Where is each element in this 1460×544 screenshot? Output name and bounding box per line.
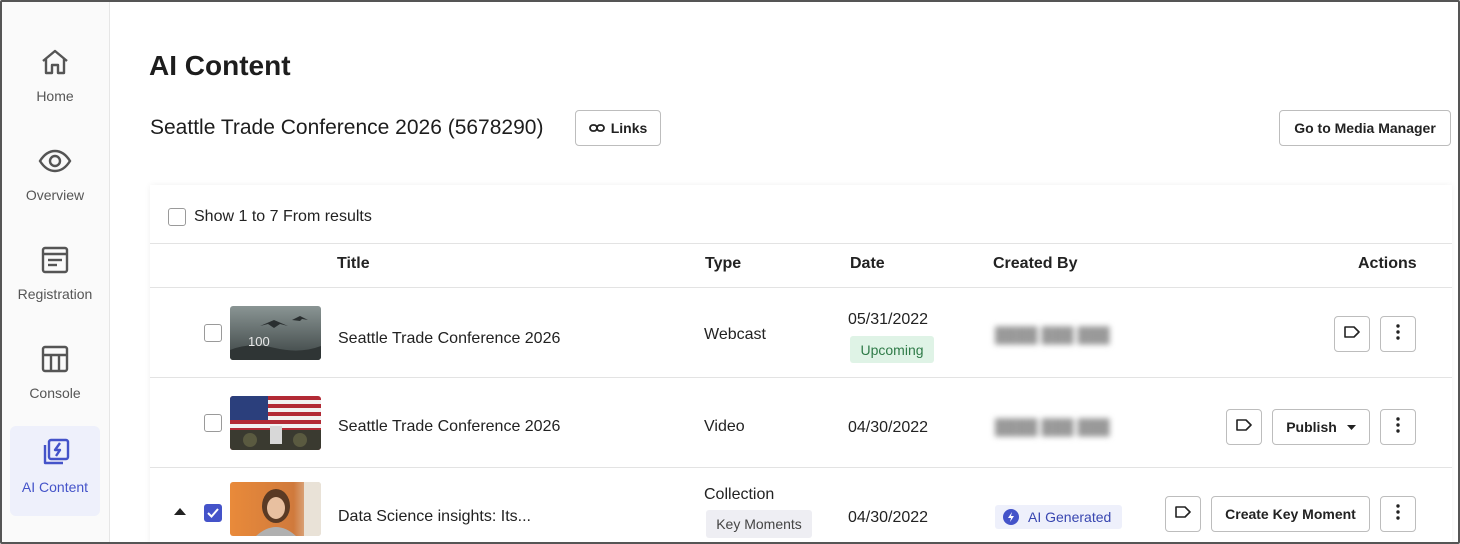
sidebar-item-console[interactable]: Console <box>10 332 100 422</box>
divider <box>150 243 1452 244</box>
column-header-created-by: Created By <box>993 255 1078 272</box>
row-type: Collection <box>704 486 775 503</box>
divider <box>150 287 1452 288</box>
caret-down-icon <box>1346 424 1356 430</box>
ai-generated-badge: AI Generated <box>995 505 1122 529</box>
more-options-button[interactable] <box>1380 496 1416 532</box>
row-title[interactable]: Data Science insights: Its... <box>338 508 531 526</box>
layout-icon <box>38 342 72 376</box>
page-title: AI Content <box>149 50 291 81</box>
column-header-title: Title <box>337 255 370 272</box>
sidebar-item-overview[interactable]: Overview <box>10 134 100 224</box>
create-key-moment-button[interactable]: Create Key Moment <box>1211 496 1370 532</box>
tag-button[interactable] <box>1334 316 1370 352</box>
sidebar-item-label: AI Content <box>21 479 89 495</box>
create-key-moment-label: Create Key Moment <box>1225 506 1356 522</box>
row-date: 04/30/2022 <box>848 509 929 526</box>
app-window: Home Overview Registration Console AI Co… <box>0 0 1460 544</box>
video-thumbnail[interactable]: 100 <box>230 306 321 360</box>
tag-button[interactable] <box>1165 496 1201 532</box>
sidebar: Home Overview Registration Console AI Co… <box>2 2 110 542</box>
column-header-actions: Actions <box>1358 255 1417 272</box>
home-icon <box>38 45 72 79</box>
subtype-badge: Key Moments <box>706 510 812 538</box>
tag-icon <box>1175 505 1191 524</box>
links-button[interactable]: Links <box>575 110 661 146</box>
divider <box>150 377 1452 378</box>
row-checkbox[interactable] <box>204 504 222 522</box>
sidebar-item-label: Registration <box>17 286 93 302</box>
row-type: Webcast <box>704 326 766 343</box>
created-by-redacted: ████ ███ ███ <box>995 419 1110 436</box>
kebab-icon <box>1396 503 1400 525</box>
more-options-button[interactable] <box>1380 409 1416 445</box>
more-options-button[interactable] <box>1380 316 1416 352</box>
results-count-label: Show 1 to 7 From results <box>194 208 372 225</box>
row-checkbox[interactable] <box>204 414 222 432</box>
status-badge: Upcoming <box>850 336 934 363</box>
links-button-label: Links <box>610 120 648 136</box>
sidebar-item-registration[interactable]: Registration <box>10 233 100 323</box>
ai-content-icon <box>38 436 72 470</box>
sidebar-item-label: Console <box>29 385 81 401</box>
publish-dropdown-button[interactable]: Publish <box>1272 409 1370 445</box>
kebab-icon <box>1396 416 1400 438</box>
column-header-type: Type <box>705 255 742 272</box>
link-icon <box>588 120 605 136</box>
ai-generated-label: AI Generated <box>1028 509 1112 525</box>
tag-icon <box>1236 418 1252 437</box>
eye-icon <box>38 144 72 178</box>
go-to-media-manager-button[interactable]: Go to Media Manager <box>1279 110 1451 146</box>
event-title: Seattle Trade Conference 2026 (5678290) <box>150 116 544 139</box>
content-table-panel <box>150 185 1452 542</box>
form-icon <box>38 243 72 277</box>
publish-label: Publish <box>1286 419 1337 435</box>
bolt-icon <box>1003 509 1019 525</box>
column-header-date: Date <box>850 255 885 272</box>
sidebar-item-label: Home <box>36 88 74 104</box>
sidebar-item-label: Overview <box>25 187 85 203</box>
tag-icon <box>1344 325 1360 344</box>
svg-text:100: 100 <box>248 334 270 349</box>
row-title[interactable]: Seattle Trade Conference 2026 <box>338 330 560 348</box>
row-type: Video <box>704 418 745 435</box>
created-by-redacted: ████ ███ ███ <box>995 327 1110 344</box>
collapse-caret-icon[interactable] <box>174 508 186 515</box>
select-all-checkbox[interactable] <box>168 208 186 226</box>
sidebar-item-home[interactable]: Home <box>10 35 100 125</box>
sidebar-item-ai-content[interactable]: AI Content <box>10 426 100 516</box>
tag-button[interactable] <box>1226 409 1262 445</box>
row-checkbox[interactable] <box>204 324 222 342</box>
row-date: 04/30/2022 <box>848 419 929 436</box>
kebab-icon <box>1396 323 1400 345</box>
row-date: 05/31/2022 <box>848 311 929 328</box>
media-manager-label: Go to Media Manager <box>1294 120 1436 136</box>
video-thumbnail[interactable] <box>230 396 321 450</box>
video-thumbnail[interactable] <box>230 482 321 536</box>
divider <box>150 467 1452 468</box>
row-title[interactable]: Seattle Trade Conference 2026 <box>338 418 560 436</box>
